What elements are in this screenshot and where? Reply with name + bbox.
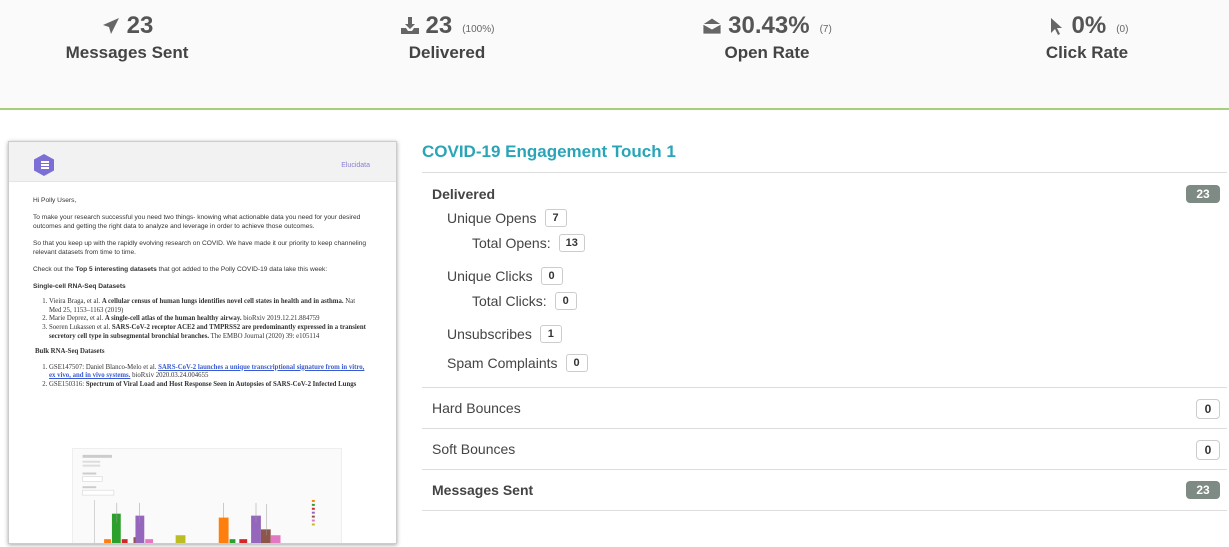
stat-label: Open Rate bbox=[724, 43, 810, 62]
text: bioRxiv 2020.03.24.004655 bbox=[130, 372, 209, 380]
inbox-download-icon bbox=[400, 17, 419, 34]
total-opens-row: Total Opens: 13 bbox=[472, 234, 585, 252]
email-greeting: Hi Polly Users, bbox=[33, 197, 77, 204]
soft-bounces-label: Soft Bounces bbox=[432, 441, 516, 457]
unsubscribes-count: 1 bbox=[539, 325, 562, 343]
text-bold: Spectrum of Viral Load and Host Response… bbox=[85, 380, 357, 388]
hard-bounces-label: Hard Bounces bbox=[432, 400, 521, 416]
stat-count: (0) bbox=[1116, 23, 1129, 35]
text: that got added to the Polly COVID-19 dat… bbox=[156, 265, 328, 273]
unique-opens-row: Unique Opens 7 bbox=[447, 209, 567, 227]
list-item: Soeren Lukassen et al. SARS-CoV-2 recept… bbox=[49, 324, 369, 341]
text-bold: Top 5 interesting datasets bbox=[75, 265, 157, 273]
campaign-details: Delivered 23 Unique Opens 7 Total Opens:… bbox=[422, 172, 1227, 511]
stat-value: 0% bbox=[1071, 12, 1107, 39]
email-paragraph: To make your research successful you nee… bbox=[33, 213, 361, 231]
text-bold: A single-cell atlas of the human healthy… bbox=[104, 315, 242, 323]
stat-count: (7) bbox=[819, 23, 832, 35]
unique-opens-count: 7 bbox=[544, 209, 567, 227]
stat-label: Click Rate bbox=[1045, 43, 1129, 62]
messages-sent-count-badge: 23 bbox=[1186, 481, 1220, 499]
total-clicks-row: Total Clicks: 0 bbox=[472, 292, 577, 310]
email-brand-name: Elucidata bbox=[341, 162, 370, 169]
stat-value: 30.43% bbox=[728, 12, 810, 39]
dataset-list: GSE147507: Daniel Blanco-Melo et al. SAR… bbox=[33, 364, 369, 390]
hard-bounces-count: 0 bbox=[1196, 399, 1220, 419]
text-bold: Bulk RNA-Seq Datasets bbox=[35, 348, 105, 356]
stat-delivered: 23 (100%) Delivered bbox=[317, 12, 577, 63]
list-item: Vieira Braga, et al. A cellular census o… bbox=[49, 298, 369, 315]
email-preview[interactable]: Elucidata Hi Polly Users, To make your r… bbox=[8, 141, 397, 544]
messages-sent-row: Messages Sent 23 bbox=[422, 470, 1227, 511]
email-embedded-chart-image bbox=[72, 448, 342, 543]
delivered-count-badge: 23 bbox=[1186, 185, 1220, 203]
email-paragraph: Check out the Top 5 interesting datasets… bbox=[33, 265, 369, 275]
email-body: Hi Polly Users, To make your research su… bbox=[33, 196, 369, 397]
unique-clicks-count: 0 bbox=[540, 267, 563, 285]
unsubscribes-label: Unsubscribes bbox=[447, 326, 532, 342]
delivered-label: Delivered bbox=[432, 186, 496, 202]
spam-complaints-count: 0 bbox=[565, 354, 588, 372]
text-bold: A cellular census of human lungs identif… bbox=[101, 298, 344, 306]
list-item: GSE150316: Spectrum of Viral Load and Ho… bbox=[49, 381, 369, 390]
hard-bounces-row: Hard Bounces 0 bbox=[422, 388, 1227, 429]
unsubscribes-row: Unsubscribes 1 bbox=[447, 325, 562, 343]
soft-bounces-count: 0 bbox=[1196, 440, 1220, 460]
stat-label: Messages Sent bbox=[65, 43, 189, 62]
stat-label: Delivered bbox=[408, 43, 486, 62]
stat-value: 23 bbox=[126, 12, 154, 39]
paper-plane-icon bbox=[102, 18, 119, 34]
text: The EMBO Journal (2020) 39: e105114 bbox=[209, 332, 320, 340]
total-clicks-count: 0 bbox=[554, 292, 577, 310]
email-section-heading: Bulk RNA-Seq Datasets bbox=[35, 348, 369, 357]
text: Vieira Braga, et al. bbox=[49, 298, 102, 306]
text: GSE147507: Daniel Blanco-Melo et al. bbox=[49, 363, 159, 371]
delivered-section: Delivered 23 Unique Opens 7 Total Opens:… bbox=[422, 173, 1227, 388]
total-opens-count: 13 bbox=[558, 234, 585, 252]
unique-clicks-row: Unique Clicks 0 bbox=[447, 267, 563, 285]
list-item: Marie Deprez, et al. A single-cell atlas… bbox=[49, 315, 369, 324]
stats-header: 23 Messages Sent 23 (100%) Delivered 30.… bbox=[0, 0, 1229, 110]
stat-value: 23 bbox=[425, 12, 453, 39]
soft-bounces-row: Soft Bounces 0 bbox=[422, 429, 1227, 470]
unique-opens-label: Unique Opens bbox=[447, 210, 537, 226]
email-preview-header: Elucidata bbox=[9, 142, 396, 182]
cursor-icon bbox=[1050, 18, 1062, 35]
stat-messages-sent: 23 Messages Sent bbox=[0, 12, 257, 63]
messages-sent-label: Messages Sent bbox=[432, 482, 534, 498]
list-item: GSE147507: Daniel Blanco-Melo et al. SAR… bbox=[49, 364, 369, 381]
text: bioRxiv 2019.12.21.884759 bbox=[241, 315, 320, 323]
spam-complaints-row: Spam Complaints 0 bbox=[447, 354, 588, 372]
text: Check out the bbox=[33, 265, 76, 273]
elucidata-logo-icon bbox=[34, 154, 54, 176]
total-opens-label: Total Opens: bbox=[472, 235, 551, 251]
email-paragraph: So that you keep up with the rapidly evo… bbox=[33, 239, 367, 257]
campaign-title[interactable]: COVID-19 Engagement Touch 1 bbox=[422, 142, 676, 162]
dataset-list: Vieira Braga, et al. A cellular census o… bbox=[33, 298, 369, 341]
stat-open-rate: 30.43% (7) Open Rate bbox=[637, 12, 897, 63]
stat-percentage: (100%) bbox=[462, 23, 495, 35]
text: Marie Deprez, et al. bbox=[49, 315, 105, 323]
unique-clicks-label: Unique Clicks bbox=[447, 268, 533, 284]
text-bold: Single-cell RNA-Seq Datasets bbox=[33, 282, 126, 290]
email-section-heading: Single-cell RNA-Seq Datasets bbox=[33, 282, 369, 292]
text: Soeren Lukassen et al. bbox=[49, 323, 112, 331]
text: GSE150316: bbox=[49, 380, 86, 388]
open-envelope-icon bbox=[702, 17, 722, 35]
spam-complaints-label: Spam Complaints bbox=[447, 355, 558, 371]
stat-click-rate: 0% (0) Click Rate bbox=[957, 12, 1217, 63]
total-clicks-label: Total Clicks: bbox=[472, 293, 547, 309]
